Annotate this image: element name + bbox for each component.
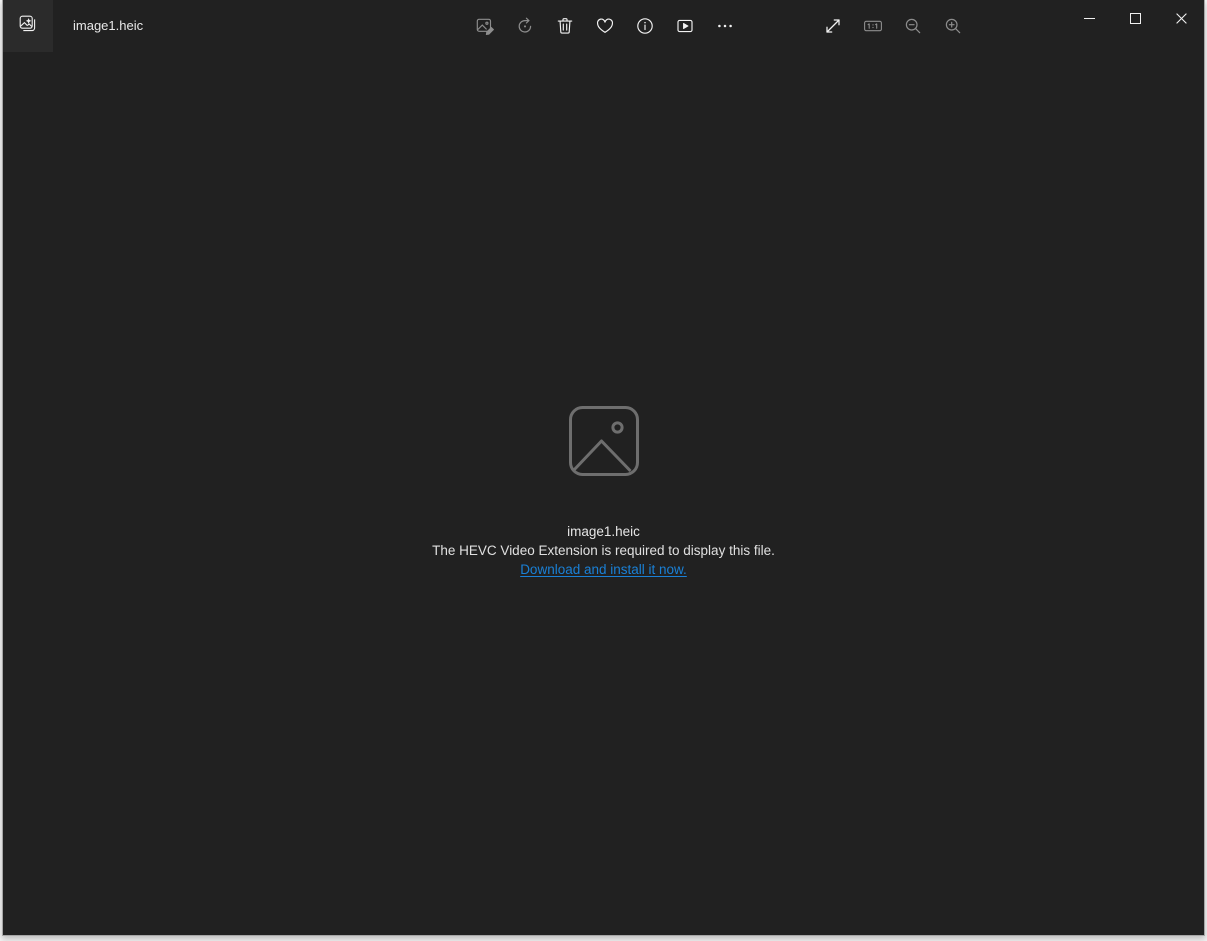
zoom-out-icon bbox=[903, 16, 923, 36]
zoom-in-button[interactable] bbox=[933, 8, 973, 44]
download-extension-link[interactable]: Download and install it now. bbox=[520, 560, 687, 579]
maximize-icon bbox=[1129, 11, 1141, 29]
trash-icon bbox=[555, 16, 575, 36]
collection-images-icon bbox=[18, 14, 38, 39]
info-circle-icon bbox=[635, 16, 655, 36]
gallery-button[interactable] bbox=[3, 0, 53, 52]
play-box-icon bbox=[675, 16, 695, 36]
ellipsis-icon bbox=[715, 16, 735, 36]
delete-button[interactable] bbox=[545, 8, 585, 44]
info-button[interactable] bbox=[625, 8, 665, 44]
image-placeholder-icon bbox=[568, 405, 640, 477]
rotate-button[interactable] bbox=[505, 8, 545, 44]
image-viewer-canvas: image1.heic The HEVC Video Extension is … bbox=[3, 55, 1204, 935]
unsupported-format-message: image1.heic The HEVC Video Extension is … bbox=[3, 405, 1204, 579]
one-to-one-icon bbox=[862, 16, 884, 36]
rotate-icon bbox=[515, 16, 535, 36]
more-options-button[interactable] bbox=[705, 8, 745, 44]
minimize-icon bbox=[1083, 11, 1095, 29]
fit-to-window-button[interactable] bbox=[813, 8, 853, 44]
placeholder-filename: image1.heic bbox=[567, 524, 640, 539]
window-controls bbox=[1066, 0, 1204, 40]
edit-image-button[interactable] bbox=[465, 8, 505, 44]
title-bar: image1.heic bbox=[3, 0, 1204, 55]
close-icon bbox=[1175, 11, 1187, 29]
zoom-out-button[interactable] bbox=[893, 8, 933, 44]
close-button[interactable] bbox=[1158, 0, 1204, 40]
zoom-toolbar bbox=[813, 0, 973, 52]
image-edit-icon bbox=[475, 16, 495, 36]
diagonal-arrows-icon bbox=[823, 16, 843, 36]
placeholder-description: The HEVC Video Extension is required to … bbox=[432, 543, 775, 558]
favorite-button[interactable] bbox=[585, 8, 625, 44]
photos-app-window: image1.heic image1.heic The HEVC Video E… bbox=[2, 0, 1205, 936]
center-toolbar bbox=[465, 0, 745, 52]
heart-icon bbox=[595, 16, 615, 36]
actual-size-button[interactable] bbox=[853, 8, 893, 44]
file-title: image1.heic bbox=[73, 18, 144, 33]
maximize-button[interactable] bbox=[1112, 0, 1158, 40]
minimize-button[interactable] bbox=[1066, 0, 1112, 40]
zoom-in-icon bbox=[943, 16, 963, 36]
slideshow-button[interactable] bbox=[665, 8, 705, 44]
